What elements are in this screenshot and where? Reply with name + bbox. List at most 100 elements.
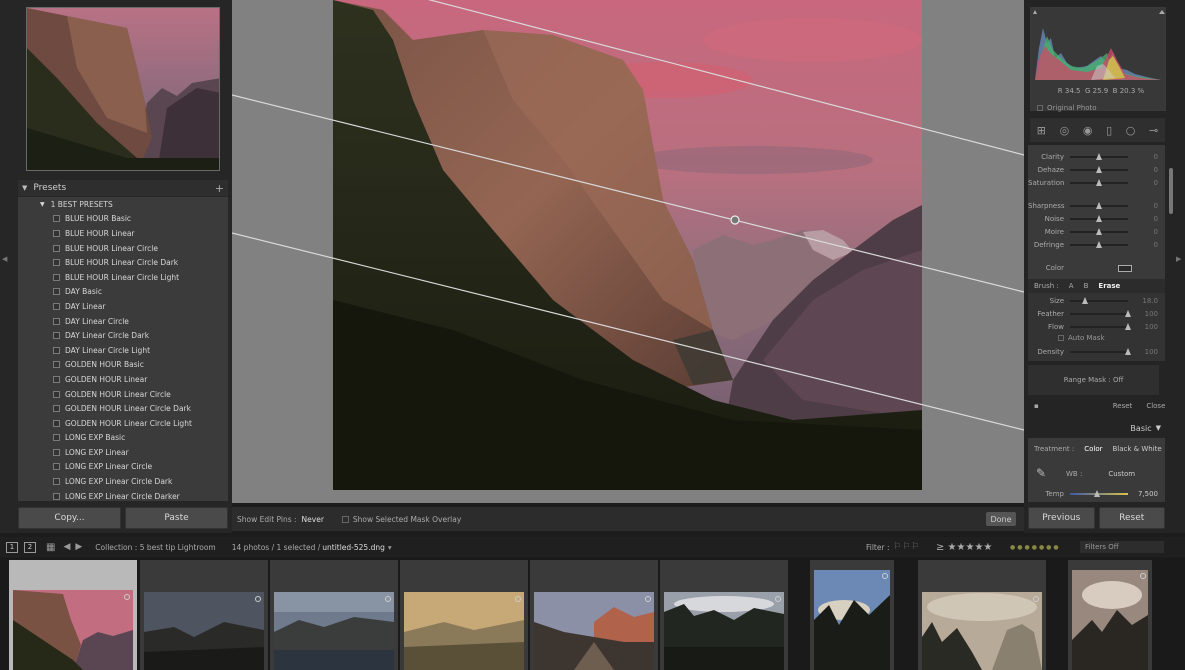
preset-item[interactable]: LONG EXP Linear Circle — [18, 460, 228, 475]
thumbnail-badge-icon[interactable] — [645, 596, 651, 602]
right-panel-toggle-icon[interactable]: ▶ — [1176, 255, 1181, 263]
slider-value[interactable]: 100 — [1128, 348, 1158, 356]
thumbnail-badge-icon[interactable] — [882, 573, 888, 579]
slider-value[interactable]: 0 — [1128, 153, 1158, 161]
right-panel-scrollbar[interactable] — [1169, 168, 1173, 214]
treatment-color-option[interactable]: Color — [1084, 445, 1102, 453]
preset-item[interactable]: DAY Linear — [18, 299, 228, 314]
filename-dropdown-icon[interactable]: ▾ — [388, 543, 392, 552]
preset-item[interactable]: BLUE HOUR Linear — [18, 226, 228, 241]
auto-mask-checkbox[interactable] — [1058, 335, 1064, 341]
slider-thumb[interactable] — [1081, 297, 1088, 304]
slider-track[interactable] — [1070, 323, 1131, 330]
slider-thumb[interactable] — [1125, 323, 1131, 330]
slider-track[interactable] — [1070, 166, 1128, 173]
brush-b-tab[interactable]: B — [1084, 282, 1089, 290]
photo-canvas[interactable] — [232, 0, 1024, 503]
temp-slider[interactable] — [1070, 490, 1128, 497]
temp-value[interactable]: 7,500 — [1128, 490, 1158, 498]
filmstrip-thumbnail[interactable] — [270, 560, 398, 670]
preset-item[interactable]: GOLDEN HOUR Linear Circle — [18, 387, 228, 402]
basic-panel-header[interactable]: Basic ▼ — [1028, 421, 1165, 435]
slider-track[interactable] — [1070, 153, 1128, 160]
temp-slider-thumb[interactable] — [1094, 490, 1100, 497]
slider-track[interactable] — [1070, 348, 1131, 355]
slider-track[interactable] — [1070, 310, 1131, 317]
filters-off-select[interactable]: Filters Off — [1080, 541, 1164, 553]
preset-item[interactable]: BLUE HOUR Basic — [18, 212, 228, 227]
slider-track[interactable] — [1070, 202, 1128, 209]
brush-a-tab[interactable]: A — [1069, 282, 1074, 290]
slider-value[interactable]: 18.0 — [1128, 297, 1158, 305]
preset-item[interactable]: DAY Linear Circle — [18, 314, 228, 329]
preset-item[interactable]: BLUE HOUR Linear Circle Dark — [18, 255, 228, 270]
preset-item[interactable]: BLUE HOUR Linear Circle Light — [18, 270, 228, 285]
mask-overlay-checkbox[interactable] — [341, 515, 349, 523]
primary-monitor-button[interactable]: 1 — [6, 541, 18, 553]
nav-arrows-icon[interactable]: ◀▶ — [63, 542, 87, 552]
presets-panel-header[interactable]: ▼ Presets + — [18, 180, 228, 196]
preset-item[interactable]: LONG EXP Linear Circle Dark — [18, 474, 228, 489]
thumbnail-badge-icon[interactable] — [1140, 573, 1146, 579]
slider-value[interactable]: 0 — [1128, 228, 1158, 236]
done-button[interactable]: Done — [986, 512, 1016, 526]
color-label-filter-icon[interactable]: ●●●●●●● — [1010, 544, 1061, 551]
treatment-bw-option[interactable]: Black & White — [1112, 445, 1161, 453]
slider-track[interactable] — [1070, 297, 1128, 304]
preset-item[interactable]: GOLDEN HOUR Linear — [18, 372, 228, 387]
slider-thumb[interactable] — [1096, 179, 1102, 186]
range-mask[interactable]: Range Mask : Off — [1028, 365, 1159, 395]
slider-thumb[interactable] — [1096, 228, 1102, 235]
auto-mask-toggle[interactable]: Auto Mask — [1058, 334, 1105, 342]
preset-item[interactable]: GOLDEN HOUR Linear Circle Light — [18, 416, 228, 431]
thumbnail-badge-icon[interactable] — [255, 596, 261, 602]
thumbnail-badge-icon[interactable] — [1033, 596, 1039, 602]
linear-gradient-mask-overlay[interactable] — [232, 0, 1024, 503]
folder-triangle-icon[interactable]: ▼ — [40, 201, 45, 208]
filmstrip-thumbnail[interactable] — [9, 560, 137, 670]
slider-thumb[interactable] — [1096, 202, 1102, 209]
adjustment-brush-icon[interactable]: ⊸ — [1149, 124, 1158, 137]
slider-thumb[interactable] — [1125, 310, 1131, 317]
slider-value[interactable]: 100 — [1128, 323, 1158, 331]
mask-pin-icon[interactable] — [730, 215, 740, 225]
histogram[interactable]: R 34.5 G 25.9 B 20.3 % Original Photo — [1030, 7, 1166, 112]
slider-thumb[interactable] — [1096, 241, 1102, 248]
slider-track[interactable] — [1070, 228, 1128, 235]
thumbnail-badge-icon[interactable] — [775, 596, 781, 602]
filmstrip-thumbnail[interactable] — [140, 560, 268, 670]
preset-item[interactable]: DAY Linear Circle Dark — [18, 328, 228, 343]
reset-button[interactable]: Reset — [1098, 507, 1165, 529]
collapse-triangle-icon[interactable]: ▼ — [1156, 424, 1161, 432]
filmstrip-thumbnail[interactable] — [530, 560, 658, 670]
crop-tool-icon[interactable]: ⊞ — [1037, 124, 1046, 137]
flag-filter-icon[interactable]: ⚐⚐⚐ — [893, 542, 920, 552]
original-photo-checkbox[interactable] — [1037, 105, 1043, 111]
slider-value[interactable]: 0 — [1128, 215, 1158, 223]
mask-reset-link[interactable]: Reset — [1113, 402, 1133, 410]
collection-label[interactable]: Collection : 5 best tip Lightroom — [95, 543, 215, 552]
filmstrip-thumbnail[interactable] — [1068, 560, 1152, 670]
filmstrip-thumbnail[interactable] — [810, 560, 894, 670]
slider-thumb[interactable] — [1096, 215, 1102, 222]
range-mask-value[interactable]: Off — [1113, 376, 1123, 384]
preset-item[interactable]: LONG EXP Basic — [18, 431, 228, 446]
collapse-triangle-icon[interactable]: ▼ — [22, 184, 27, 192]
graduated-filter-icon[interactable]: ▯ — [1106, 124, 1112, 137]
grid-view-icon[interactable]: ▦ — [46, 542, 55, 553]
preset-item[interactable]: GOLDEN HOUR Basic — [18, 358, 228, 373]
original-photo-toggle[interactable]: Original Photo — [1037, 104, 1097, 112]
paste-button[interactable]: Paste — [125, 507, 228, 529]
thumbnail-badge-icon[interactable] — [515, 596, 521, 602]
secondary-monitor-button[interactable]: 2 — [24, 541, 36, 553]
preset-item[interactable]: LONG EXP Linear — [18, 445, 228, 460]
selected-filename[interactable]: untitled-525.dng — [322, 543, 385, 552]
navigator-preview[interactable] — [26, 7, 220, 171]
slider-value[interactable]: 100 — [1128, 310, 1158, 318]
color-swatch[interactable] — [1118, 264, 1132, 272]
slider-track[interactable] — [1070, 215, 1128, 222]
filmstrip-thumbnail[interactable] — [918, 560, 1046, 670]
filmstrip-thumbnail[interactable] — [400, 560, 528, 670]
left-panel-toggle-icon[interactable]: ◀ — [2, 255, 7, 263]
slider-value[interactable]: 0 — [1128, 179, 1158, 187]
